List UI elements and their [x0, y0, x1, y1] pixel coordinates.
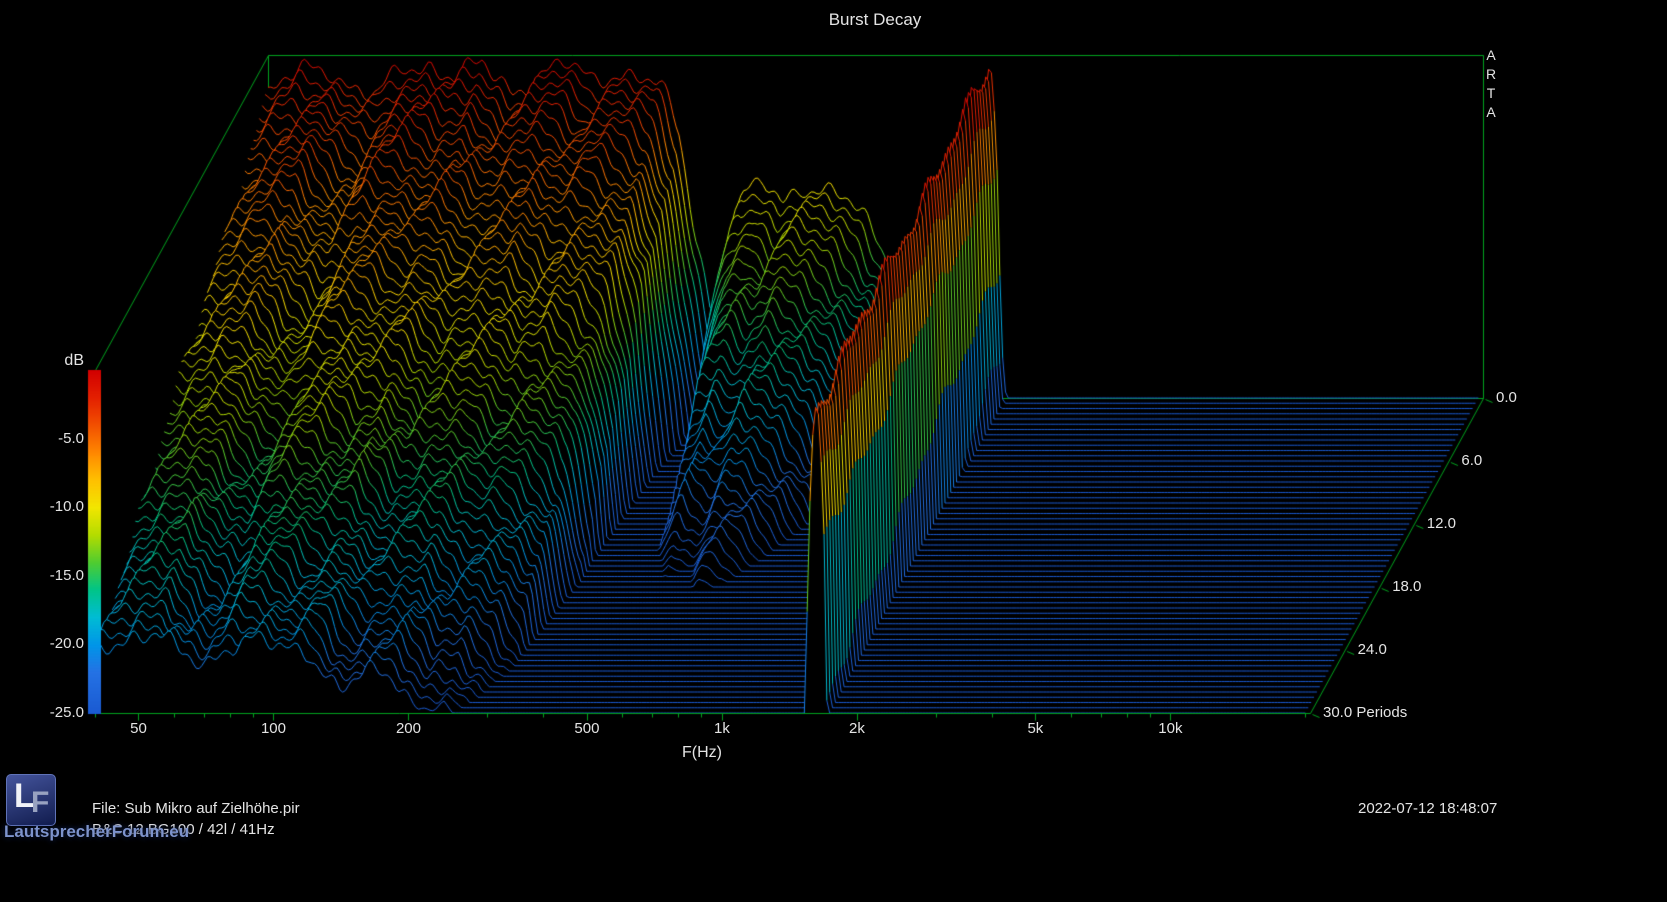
chart-title: Burst Decay — [695, 10, 1055, 30]
period-tick-label: 18.0 — [1392, 578, 1421, 595]
freq-tick-label: 200 — [380, 720, 436, 737]
db-tick-label: -5.0 — [20, 430, 84, 447]
freq-tick-label: 2k — [829, 720, 885, 737]
arta-vertical-label: A R T A — [1483, 46, 1499, 122]
waterfall-plot-canvas[interactable] — [0, 0, 1667, 902]
db-tick-label: -25.0 — [20, 704, 84, 721]
file-name-text: File: Sub Mikro auf Zielhöhe.pir — [92, 800, 300, 817]
period-tick-label: 12.0 — [1427, 515, 1456, 532]
freq-tick-label: 5k — [1007, 720, 1063, 737]
datetime-text: 2022-07-12 18:48:07 — [1358, 800, 1497, 817]
period-tick-label: 6.0 — [1461, 452, 1482, 469]
freq-tick-label: 1k — [694, 720, 750, 737]
period-tick-label: 30.0 Periods — [1323, 704, 1407, 721]
db-tick-label: -20.0 — [20, 635, 84, 652]
freq-tick-label: 100 — [245, 720, 301, 737]
freq-axis-title: F(Hz) — [640, 744, 764, 762]
watermark-text: LautsprecherForum.eu — [4, 822, 189, 842]
db-axis-title: dB — [34, 352, 84, 370]
db-tick-label: -10.0 — [20, 498, 84, 515]
freq-tick-label: 10k — [1142, 720, 1198, 737]
db-tick-label: -15.0 — [20, 567, 84, 584]
freq-tick-label: 500 — [559, 720, 615, 737]
freq-tick-label: 50 — [110, 720, 166, 737]
lf-logo: L F — [6, 774, 56, 826]
lf-logo-letter-f: F — [31, 786, 49, 820]
period-tick-label: 0.0 — [1496, 389, 1517, 406]
arta-burst-decay-window: 50 100 200 500 1k 2k 5k 10k -5.0 -10.0 -15.0 -20.0 -… — [0, 0, 1667, 902]
period-tick-label: 24.0 — [1358, 641, 1387, 658]
